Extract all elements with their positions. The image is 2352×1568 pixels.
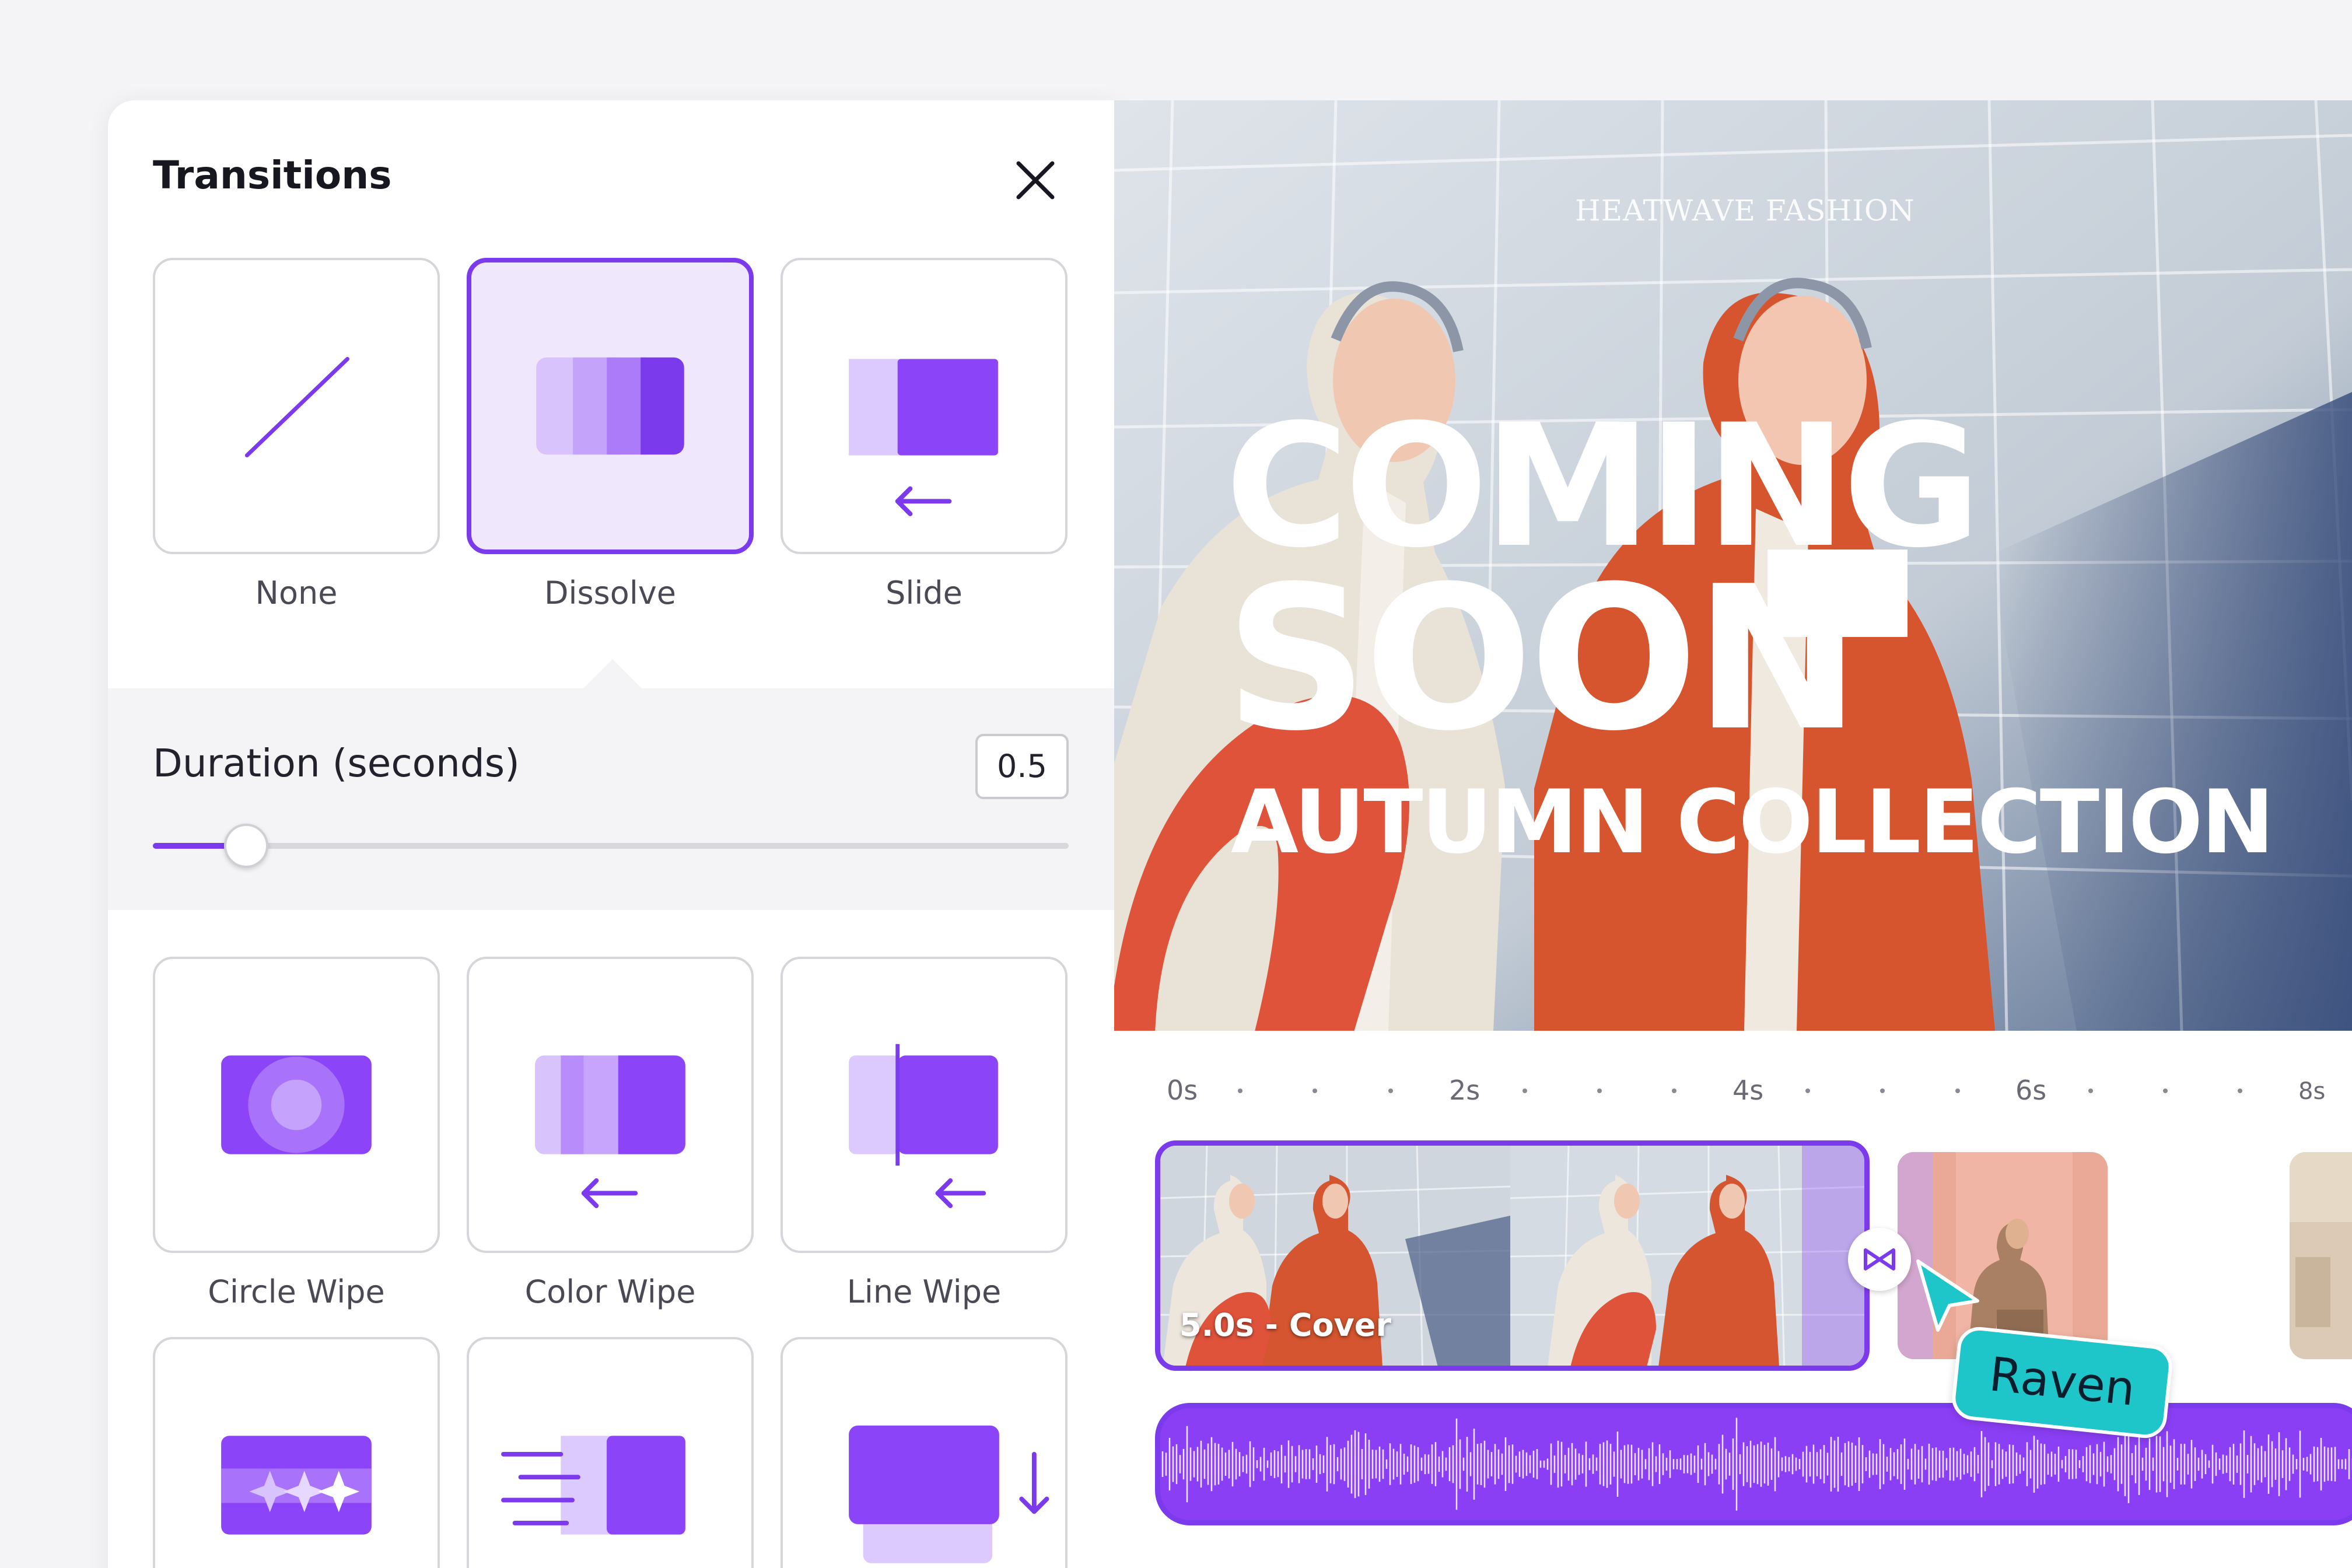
duration-input[interactable]: 0.5 bbox=[975, 734, 1069, 799]
ruler-label-2s: 2s bbox=[1449, 1074, 1480, 1106]
transition-label-color-wipe: Color Wipe bbox=[524, 1273, 696, 1310]
drop-icon bbox=[849, 1425, 1049, 1563]
duration-label: Duration (seconds) bbox=[153, 741, 520, 786]
transition-label-line-wipe: Line Wipe bbox=[846, 1273, 1002, 1310]
ruler-tick bbox=[1880, 1088, 1885, 1093]
transition-card-circle-wipe[interactable] bbox=[153, 957, 440, 1253]
app-canvas: Transitions None Dissolve Slide Duration… bbox=[0, 0, 2352, 1568]
duration-slider-track[interactable] bbox=[153, 843, 1069, 849]
transition-card-speed-slide[interactable] bbox=[467, 1337, 754, 1568]
transition-label-none: None bbox=[255, 575, 338, 611]
transition-button[interactable] bbox=[1848, 1228, 1911, 1291]
duration-slider-thumb[interactable] bbox=[224, 824, 268, 868]
transition-card-line-wipe[interactable] bbox=[780, 957, 1068, 1253]
ruler-label-6s: 6s bbox=[2015, 1074, 2047, 1106]
ruler-label-0s: 0s bbox=[1167, 1074, 1198, 1106]
line-wipe-icon bbox=[849, 1044, 998, 1209]
ruler-label-8s: 8s bbox=[2298, 1078, 2326, 1105]
dissolve-icon bbox=[536, 357, 684, 455]
transition-card-slide[interactable] bbox=[780, 258, 1068, 554]
close-icon bbox=[1016, 161, 1055, 200]
duration-section bbox=[108, 688, 1114, 910]
ruler-tick bbox=[1955, 1088, 1960, 1093]
ruler-tick bbox=[1312, 1088, 1317, 1093]
ruler-tick bbox=[1522, 1088, 1527, 1093]
speed-slide-icon bbox=[501, 1436, 685, 1535]
ruler-tick bbox=[2163, 1088, 2168, 1093]
clip-3-thumbnail bbox=[2290, 1152, 2352, 1359]
ruler-tick bbox=[1388, 1088, 1393, 1093]
transition-card-stars-wipe[interactable] bbox=[153, 1337, 440, 1568]
slide-icon bbox=[849, 359, 998, 516]
ruler-label-4s: 4s bbox=[1732, 1074, 1764, 1106]
color-wipe-icon bbox=[535, 1055, 685, 1209]
circle-wipe-icon bbox=[221, 1055, 372, 1154]
transition-card-color-wipe[interactable] bbox=[467, 957, 754, 1253]
ruler-tick bbox=[1672, 1088, 1676, 1093]
bowtie-transition-icon bbox=[1864, 1248, 1895, 1270]
preview-brand-text: HEATWAVE FASHION bbox=[1575, 194, 1915, 228]
audio-track[interactable] bbox=[1155, 1403, 2352, 1525]
ruler-tick bbox=[2088, 1088, 2093, 1093]
transition-label-dissolve: Dissolve bbox=[544, 575, 677, 611]
duration-notch bbox=[583, 659, 642, 688]
panel-title: Transitions bbox=[153, 153, 392, 198]
transition-card-none[interactable] bbox=[153, 258, 440, 554]
clip-duration-label: 5.0s - Cover bbox=[1180, 1307, 1391, 1343]
ruler-tick bbox=[1597, 1088, 1602, 1093]
transition-label-circle-wipe: Circle Wipe bbox=[208, 1273, 385, 1310]
video-clip-3[interactable] bbox=[2290, 1152, 2352, 1359]
transition-card-dissolve[interactable] bbox=[467, 258, 754, 554]
ruler-tick bbox=[1238, 1088, 1242, 1093]
none-icon bbox=[244, 356, 349, 458]
ruler-tick bbox=[1805, 1088, 1810, 1093]
preview-headline-line3: AUTUMN COLLECTION bbox=[1231, 772, 2274, 873]
transition-label-slide: Slide bbox=[886, 575, 963, 611]
ruler-tick bbox=[2238, 1088, 2242, 1093]
preview-headline-line2: SOON bbox=[1225, 544, 1860, 775]
stars-wipe-icon bbox=[221, 1436, 372, 1535]
close-button[interactable] bbox=[1009, 154, 1062, 206]
transition-card-drop[interactable] bbox=[780, 1337, 1068, 1568]
audio-waveform bbox=[1161, 1418, 2352, 1511]
